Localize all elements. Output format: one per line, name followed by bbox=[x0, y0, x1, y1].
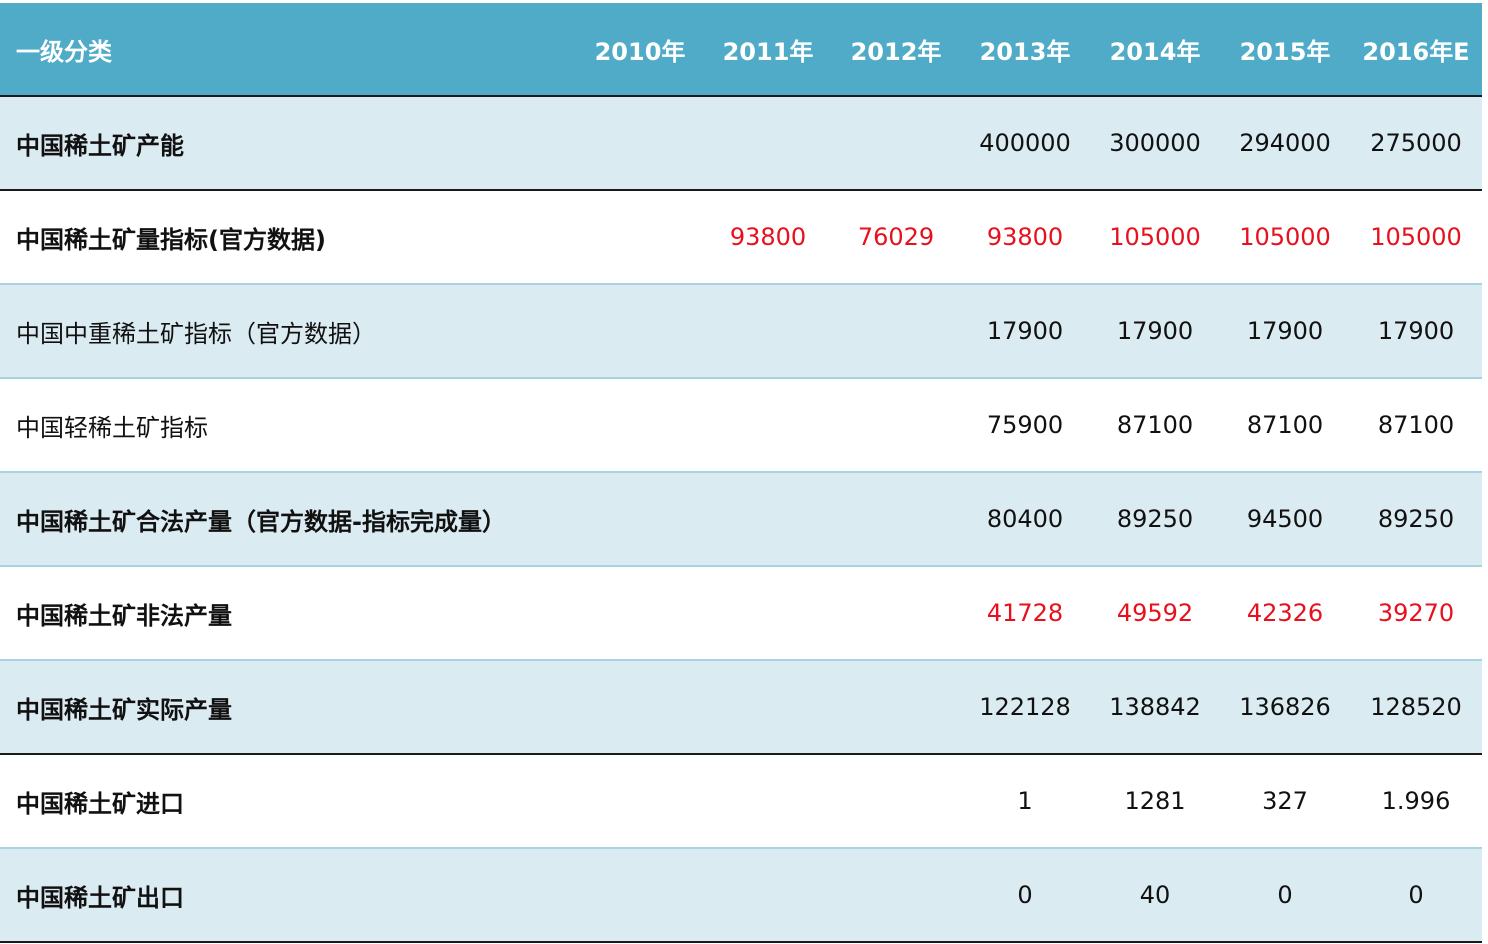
table-body: 中国稀土矿产能 400000 300000 294000 275000 中国稀土矿量指标(… bbox=[0, 97, 1482, 943]
table-cell-value: 41728 bbox=[986, 599, 1064, 627]
table-cell-value: 0 bbox=[1017, 881, 1033, 909]
table-cell-value bbox=[576, 755, 704, 847]
table-row: 中国稀土矿量指标(官方数据) 93800 76029 93800 105000 10500… bbox=[0, 191, 1482, 285]
column-header-year: 2015年 bbox=[1239, 37, 1331, 66]
table-cell-value: 93800 bbox=[986, 223, 1064, 251]
table-cell-value: 400000 bbox=[979, 129, 1071, 157]
table-cell-value: 89250 bbox=[1377, 505, 1455, 533]
row-label: 中国稀土矿产能 bbox=[16, 131, 184, 160]
row-label: 中国稀土矿实际产量 bbox=[16, 695, 232, 724]
table-cell-value: 1281 bbox=[1124, 787, 1186, 815]
table-cell-value: 294000 bbox=[1239, 129, 1331, 157]
table-cell-value: 87100 bbox=[1377, 411, 1455, 439]
table-cell-value bbox=[704, 285, 832, 377]
table-cell-value: 39270 bbox=[1377, 599, 1455, 627]
table-row: 中国轻稀土矿指标 75900 87100 87100 87100 bbox=[0, 379, 1482, 473]
table-cell-value: 138842 bbox=[1109, 693, 1201, 721]
data-table: 一级分类 2010年 2011年 2012年 2013年 2014年 2015年 2016年E… bbox=[0, 3, 1482, 943]
table-cell-value: 128520 bbox=[1370, 693, 1462, 721]
column-header-year: 2016年E bbox=[1362, 37, 1470, 66]
table-cell-value: 93800 bbox=[729, 223, 807, 251]
table-cell-value: 75900 bbox=[986, 411, 1064, 439]
table-row: 中国稀土矿出口 0 40 0 0 bbox=[0, 849, 1482, 943]
table-cell-value bbox=[576, 473, 704, 565]
table-row: 中国中重稀土矿指标（官方数据） 17900 17900 17900 17900 bbox=[0, 285, 1482, 379]
table-cell-value bbox=[704, 473, 832, 565]
table-cell-value bbox=[704, 379, 832, 471]
table-cell-value bbox=[832, 661, 960, 753]
table-cell-value bbox=[576, 285, 704, 377]
table-cell-value: 327 bbox=[1262, 787, 1308, 815]
table-cell-value: 17900 bbox=[1377, 317, 1455, 345]
table-cell-value bbox=[704, 661, 832, 753]
table-cell-value bbox=[832, 755, 960, 847]
column-header-year: 2014年 bbox=[1109, 37, 1201, 66]
table-cell-value bbox=[576, 567, 704, 659]
table-cell-value: 300000 bbox=[1109, 129, 1201, 157]
table-cell-value: 87100 bbox=[1116, 411, 1194, 439]
row-label: 中国轻稀土矿指标 bbox=[16, 413, 208, 442]
table-cell-value bbox=[576, 849, 704, 941]
row-label: 中国稀土矿出口 bbox=[16, 883, 184, 912]
column-header-category: 一级分类 bbox=[16, 37, 112, 66]
table-cell-value bbox=[832, 473, 960, 565]
table-cell-value: 17900 bbox=[1246, 317, 1324, 345]
table-row: 中国稀土矿进口 1 1281 327 1.996 bbox=[0, 755, 1482, 849]
row-label: 中国稀土矿量指标(官方数据) bbox=[16, 225, 326, 254]
table-cell-value: 17900 bbox=[1116, 317, 1194, 345]
table-cell-value: 87100 bbox=[1246, 411, 1324, 439]
table-cell-value: 105000 bbox=[1370, 223, 1462, 251]
row-label: 中国稀土矿合法产量（官方数据-指标完成量） bbox=[16, 507, 506, 536]
table-cell-value: 122128 bbox=[979, 693, 1071, 721]
table-cell-value: 76029 bbox=[857, 223, 935, 251]
table-cell-value bbox=[576, 97, 704, 189]
table-cell-value bbox=[576, 661, 704, 753]
table-row: 中国稀土矿产能 400000 300000 294000 275000 bbox=[0, 97, 1482, 191]
column-header-year: 2011年 bbox=[722, 37, 814, 66]
table-cell-value bbox=[832, 849, 960, 941]
table-row: 中国稀土矿合法产量（官方数据-指标完成量） 80400 89250 94500 8925… bbox=[0, 473, 1482, 567]
table-cell-value bbox=[832, 567, 960, 659]
column-header-year: 2013年 bbox=[979, 37, 1071, 66]
table-cell-value: 275000 bbox=[1370, 129, 1462, 157]
table-cell-value: 105000 bbox=[1109, 223, 1201, 251]
table-cell-value bbox=[832, 379, 960, 471]
table-cell-value: 94500 bbox=[1246, 505, 1324, 533]
row-label: 中国中重稀土矿指标（官方数据） bbox=[16, 319, 376, 348]
table-cell-value: 0 bbox=[1277, 881, 1293, 909]
table-cell-value: 17900 bbox=[986, 317, 1064, 345]
table-cell-value: 40 bbox=[1139, 881, 1171, 909]
table-cell-value: 42326 bbox=[1246, 599, 1324, 627]
table-cell-value: 136826 bbox=[1239, 693, 1331, 721]
row-label: 中国稀土矿非法产量 bbox=[16, 601, 232, 630]
table-cell-value: 80400 bbox=[986, 505, 1064, 533]
table-row: 中国稀土矿实际产量 122128 138842 136826 128520 bbox=[0, 661, 1482, 755]
table-cell-value: 1 bbox=[1017, 787, 1033, 815]
column-header-year: 2012年 bbox=[850, 37, 942, 66]
table-cell-value: 49592 bbox=[1116, 599, 1194, 627]
table-cell-value bbox=[704, 97, 832, 189]
table-cell-value: 105000 bbox=[1239, 223, 1331, 251]
table-cell-value bbox=[576, 379, 704, 471]
column-header-year: 2010年 bbox=[594, 37, 686, 66]
table-cell-value bbox=[704, 567, 832, 659]
table-cell-value bbox=[704, 755, 832, 847]
table-row: 中国稀土矿非法产量 41728 49592 42326 39270 bbox=[0, 567, 1482, 661]
table-cell-value bbox=[832, 97, 960, 189]
table-cell-value bbox=[576, 191, 704, 283]
table-cell-value: 89250 bbox=[1116, 505, 1194, 533]
row-label: 中国稀土矿进口 bbox=[16, 789, 184, 818]
table-cell-value: 0 bbox=[1408, 881, 1424, 909]
table-cell-value bbox=[832, 285, 960, 377]
table-cell-value bbox=[704, 849, 832, 941]
table-header-row: 一级分类 2010年 2011年 2012年 2013年 2014年 2015年 2016年E bbox=[0, 3, 1482, 97]
table-cell-value: 1.996 bbox=[1381, 787, 1451, 815]
